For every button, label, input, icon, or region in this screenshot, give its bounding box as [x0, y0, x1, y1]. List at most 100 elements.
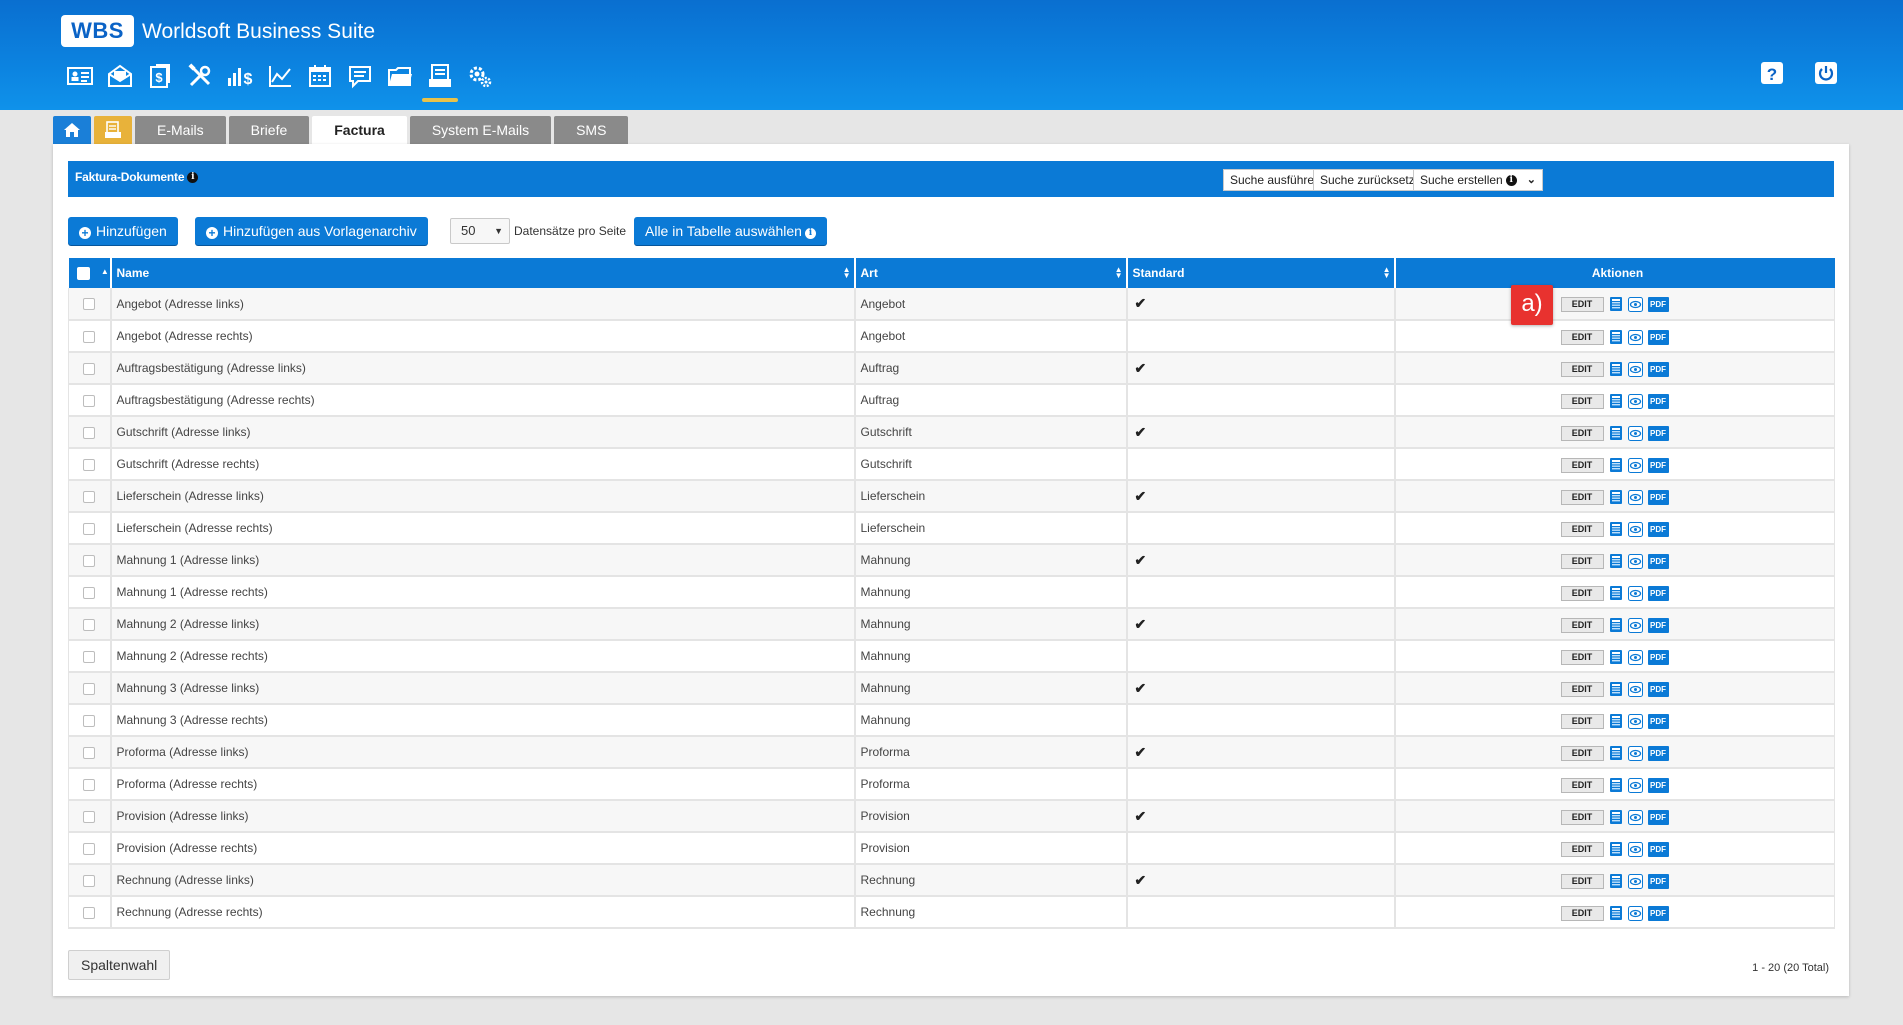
preview-eye-icon[interactable]	[1628, 713, 1644, 729]
copy-icon[interactable]	[1608, 809, 1624, 825]
edit-button[interactable]: EDIT	[1560, 713, 1604, 729]
preview-eye-icon[interactable]	[1628, 873, 1644, 889]
pdf-icon[interactable]: PDF	[1647, 393, 1669, 409]
copy-icon[interactable]	[1608, 296, 1624, 312]
preview-eye-icon[interactable]	[1628, 745, 1644, 761]
pdf-icon[interactable]: PDF	[1647, 521, 1669, 537]
pdf-icon[interactable]: PDF	[1647, 553, 1669, 569]
pdf-icon[interactable]: PDF	[1647, 873, 1669, 889]
pdf-icon[interactable]: PDF	[1647, 425, 1669, 441]
preview-eye-icon[interactable]	[1628, 905, 1644, 921]
table-row[interactable]: Rechnung (Adresse links) Rechnung ✔ EDIT…	[68, 864, 1835, 897]
copy-icon[interactable]	[1608, 681, 1624, 697]
row-checkbox[interactable]	[83, 394, 96, 407]
edit-button[interactable]: EDIT	[1560, 745, 1604, 761]
edit-button[interactable]: EDIT	[1560, 681, 1604, 697]
pdf-icon[interactable]: PDF	[1647, 777, 1669, 793]
row-checkbox[interactable]	[83, 330, 96, 343]
table-row[interactable]: Angebot (Adresse rechts) Angebot EDIT PD…	[68, 320, 1835, 353]
pdf-icon[interactable]: PDF	[1647, 457, 1669, 473]
table-row[interactable]: Gutschrift (Adresse rechts) Gutschrift E…	[68, 448, 1835, 481]
row-checkbox[interactable]	[83, 522, 96, 535]
column-select-button[interactable]: Spaltenwahl	[68, 950, 171, 980]
pdf-icon[interactable]: PDF	[1647, 329, 1669, 345]
sort-asc-icon[interactable]: ▲	[101, 267, 109, 276]
edit-button[interactable]: EDIT	[1560, 809, 1604, 825]
edit-button[interactable]: EDIT	[1560, 617, 1604, 633]
column-header-art[interactable]: Art ▲ ▼	[854, 258, 1128, 288]
preview-eye-icon[interactable]	[1628, 649, 1644, 665]
row-checkbox[interactable]	[83, 490, 96, 503]
pdf-icon[interactable]: PDF	[1647, 296, 1669, 312]
table-row[interactable]: Lieferschein (Adresse rechts) Liefersche…	[68, 512, 1835, 545]
add-from-archive-button[interactable]: + Hinzufügen aus Vorlagenarchiv	[195, 217, 428, 245]
chat-icon[interactable]	[340, 58, 380, 94]
row-checkbox[interactable]	[83, 874, 96, 887]
tab-factura[interactable]: Factura	[312, 116, 407, 146]
copy-icon[interactable]	[1608, 425, 1624, 441]
copy-icon[interactable]	[1608, 457, 1624, 473]
pdf-icon[interactable]: PDF	[1647, 713, 1669, 729]
calendar-icon[interactable]	[300, 58, 340, 94]
preview-eye-icon[interactable]	[1628, 809, 1644, 825]
search-create-dropdown[interactable]: Suche erstellen i ⌄	[1413, 169, 1543, 191]
edit-button[interactable]: EDIT	[1560, 425, 1604, 441]
row-checkbox[interactable]	[83, 554, 96, 567]
copy-icon[interactable]	[1608, 329, 1624, 345]
tab-system-emails[interactable]: System E-Mails	[409, 116, 552, 144]
pdf-icon[interactable]: PDF	[1647, 809, 1669, 825]
wbs-logo[interactable]: WBS	[61, 15, 134, 47]
edit-button[interactable]: EDIT	[1560, 521, 1604, 537]
copy-icon[interactable]	[1608, 777, 1624, 793]
row-checkbox[interactable]	[83, 586, 96, 599]
copy-icon[interactable]	[1608, 841, 1624, 857]
row-checkbox[interactable]	[83, 778, 96, 791]
row-checkbox[interactable]	[83, 714, 96, 727]
preview-eye-icon[interactable]	[1628, 553, 1644, 569]
select-all-button[interactable]: Alle in Tabelle auswählen i	[634, 217, 827, 245]
tab-documents[interactable]	[94, 116, 132, 144]
finance-icon[interactable]: $	[140, 58, 180, 94]
tab-emails[interactable]: E-Mails	[135, 116, 226, 144]
preview-eye-icon[interactable]	[1628, 329, 1644, 345]
pdf-icon[interactable]: PDF	[1647, 681, 1669, 697]
row-checkbox[interactable]	[83, 618, 96, 631]
row-checkbox[interactable]	[83, 458, 96, 471]
power-icon[interactable]	[1813, 60, 1839, 86]
preview-eye-icon[interactable]	[1628, 777, 1644, 793]
table-row[interactable]: Proforma (Adresse links) Proforma ✔ EDIT…	[68, 736, 1835, 769]
tools-icon[interactable]	[180, 58, 220, 94]
copy-icon[interactable]	[1608, 745, 1624, 761]
edit-button[interactable]: EDIT	[1560, 553, 1604, 569]
copy-icon[interactable]	[1608, 585, 1624, 601]
table-row[interactable]: Mahnung 2 (Adresse links) Mahnung ✔ EDIT…	[68, 608, 1835, 641]
preview-eye-icon[interactable]	[1628, 841, 1644, 857]
pdf-icon[interactable]: PDF	[1647, 489, 1669, 505]
copy-icon[interactable]	[1608, 649, 1624, 665]
tab-briefe[interactable]: Briefe	[228, 116, 310, 144]
table-row[interactable]: Mahnung 2 (Adresse rechts) Mahnung EDIT …	[68, 640, 1835, 673]
row-checkbox[interactable]	[83, 362, 96, 375]
settings-icon[interactable]	[460, 58, 500, 94]
row-checkbox[interactable]	[83, 426, 96, 439]
help-icon[interactable]: ?	[1759, 60, 1785, 86]
pdf-icon[interactable]: PDF	[1647, 745, 1669, 761]
table-row[interactable]: Mahnung 1 (Adresse links) Mahnung ✔ EDIT…	[68, 544, 1835, 577]
row-checkbox[interactable]	[83, 298, 96, 311]
pdf-icon[interactable]: PDF	[1647, 361, 1669, 377]
edit-button[interactable]: EDIT	[1560, 329, 1604, 345]
row-checkbox[interactable]	[83, 906, 96, 919]
table-row[interactable]: Gutschrift (Adresse links) Gutschrift ✔ …	[68, 416, 1835, 449]
edit-button[interactable]: EDIT	[1560, 489, 1604, 505]
table-row[interactable]: Provision (Adresse rechts) Provision EDI…	[68, 832, 1835, 865]
copy-icon[interactable]	[1608, 489, 1624, 505]
documents-icon[interactable]	[420, 58, 460, 102]
pdf-icon[interactable]: PDF	[1647, 841, 1669, 857]
chart-icon[interactable]	[260, 58, 300, 94]
edit-button[interactable]: EDIT	[1560, 873, 1604, 889]
table-row[interactable]: Mahnung 3 (Adresse rechts) Mahnung EDIT …	[68, 704, 1835, 737]
preview-eye-icon[interactable]	[1628, 489, 1644, 505]
edit-button[interactable]: EDIT	[1560, 905, 1604, 921]
copy-icon[interactable]	[1608, 905, 1624, 921]
preview-eye-icon[interactable]	[1628, 585, 1644, 601]
